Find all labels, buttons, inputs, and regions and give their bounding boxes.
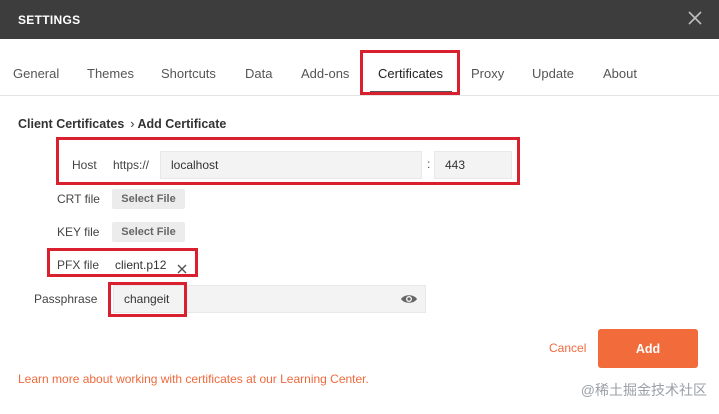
highlight-box-certificates-tab: [360, 50, 460, 95]
highlight-box-pfx-row: [47, 248, 198, 277]
close-icon[interactable]: [685, 8, 705, 28]
learning-center-link[interactable]: Learn more about working with certificat…: [18, 372, 369, 386]
tab-themes[interactable]: Themes: [87, 39, 134, 95]
key-select-file-button[interactable]: Select File: [112, 222, 185, 242]
breadcrumb-separator: ›: [130, 117, 135, 131]
tab-data[interactable]: Data: [245, 39, 272, 95]
highlight-box-host-row: [56, 137, 520, 185]
add-button[interactable]: Add: [598, 329, 698, 368]
crt-select-file-button[interactable]: Select File: [112, 189, 185, 209]
tab-proxy[interactable]: Proxy: [471, 39, 504, 95]
passphrase-label: Passphrase: [34, 292, 98, 306]
tab-add-ons[interactable]: Add-ons: [301, 39, 349, 95]
tab-about[interactable]: About: [603, 39, 637, 95]
key-file-label: KEY file: [57, 225, 100, 239]
window-title: SETTINGS: [18, 13, 81, 27]
tab-update[interactable]: Update: [532, 39, 574, 95]
breadcrumb: Client Certificates › Add Certificate: [18, 117, 226, 131]
eye-icon[interactable]: [400, 292, 418, 306]
highlight-box-passphrase: [108, 282, 187, 317]
breadcrumb-add-certificate: Add Certificate: [137, 117, 227, 131]
breadcrumb-client-certificates[interactable]: Client Certificates: [18, 117, 124, 131]
title-bar: SETTINGS: [0, 0, 719, 39]
watermark: @稀土掘金技术社区: [580, 382, 707, 398]
tab-general[interactable]: General: [13, 39, 59, 95]
tab-shortcuts[interactable]: Shortcuts: [161, 39, 216, 95]
cancel-button[interactable]: Cancel: [549, 341, 586, 355]
crt-file-label: CRT file: [57, 192, 100, 206]
